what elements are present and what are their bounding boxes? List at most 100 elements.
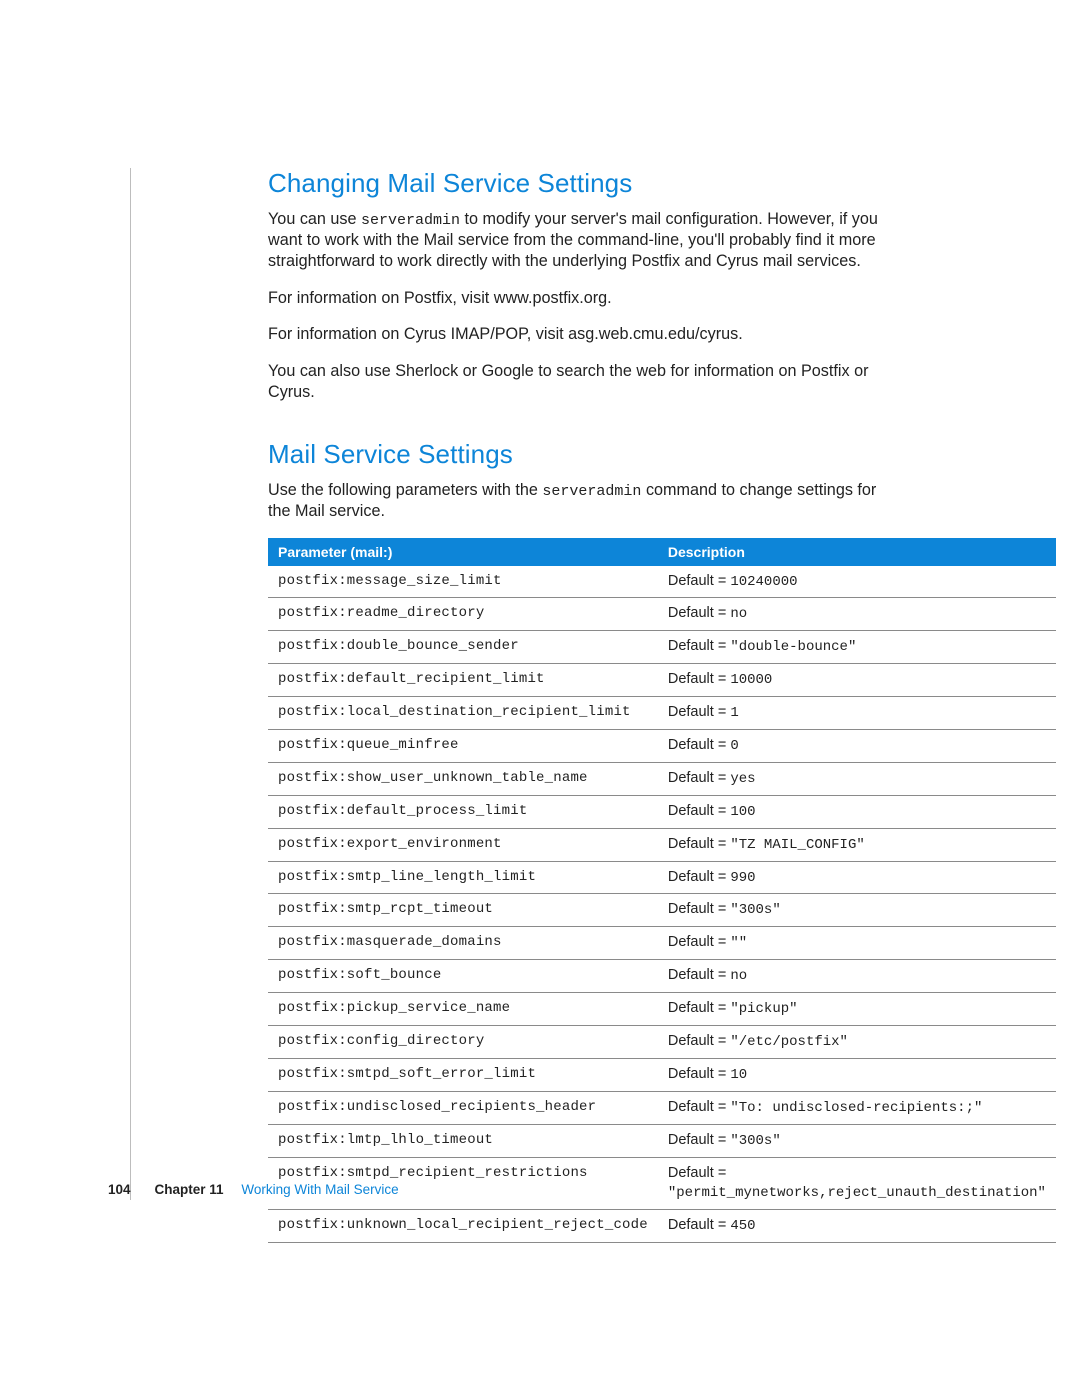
cell-parameter: postfix:smtpd_soft_error_limit — [268, 1058, 658, 1091]
default-label: Default = — [668, 1132, 730, 1148]
cell-parameter: postfix:default_recipient_limit — [268, 664, 658, 697]
cell-parameter: postfix:unknown_local_recipient_reject_c… — [268, 1210, 658, 1243]
default-value: "To: undisclosed-recipients:;" — [730, 1100, 982, 1116]
header-parameter: Parameter (mail:) — [268, 538, 658, 566]
cell-parameter: postfix:readme_directory — [268, 598, 658, 631]
default-value: 990 — [730, 870, 755, 886]
cell-description: Default = 100 — [658, 795, 1056, 828]
cell-parameter: postfix:soft_bounce — [268, 960, 658, 993]
default-value: 0 — [730, 738, 738, 754]
cell-description: Default = "To: undisclosed-recipients:;" — [658, 1091, 1056, 1124]
cell-description: Default = 1 — [658, 697, 1056, 730]
table-row: postfix:lmtp_lhlo_timeoutDefault = "300s… — [268, 1124, 1056, 1157]
cell-parameter: postfix:message_size_limit — [268, 566, 658, 598]
default-value: "300s" — [730, 902, 780, 918]
default-label: Default = — [668, 704, 730, 720]
text: Use the following parameters with the — [268, 481, 542, 499]
cell-description: Default = 10 — [658, 1058, 1056, 1091]
paragraph-intro: You can use serveradmin to modify your s… — [268, 209, 880, 272]
default-label: Default = — [668, 869, 730, 885]
cell-description: Default = "TZ MAIL_CONFIG" — [658, 828, 1056, 861]
default-label: Default = — [668, 1165, 726, 1181]
default-value: no — [730, 606, 747, 622]
cell-parameter: postfix:pickup_service_name — [268, 993, 658, 1026]
default-label: Default = — [668, 1066, 730, 1082]
table-row: postfix:config_directoryDefault = "/etc/… — [268, 1025, 1056, 1058]
table-row: postfix:local_destination_recipient_limi… — [268, 697, 1056, 730]
cell-description: Default = no — [658, 598, 1056, 631]
table-row: postfix:queue_minfreeDefault = 0 — [268, 729, 1056, 762]
default-label: Default = — [668, 1217, 730, 1233]
cell-parameter: postfix:show_user_unknown_table_name — [268, 762, 658, 795]
chapter-label: Chapter 11 — [155, 1182, 224, 1197]
cell-parameter: postfix:masquerade_domains — [268, 927, 658, 960]
default-label: Default = — [668, 573, 730, 589]
default-label: Default = — [668, 1099, 730, 1115]
table-row: postfix:default_recipient_limitDefault =… — [268, 664, 1056, 697]
cell-description: Default = 10000 — [658, 664, 1056, 697]
page-content: Changing Mail Service Settings You can u… — [268, 168, 880, 1243]
cell-description: Default = no — [658, 960, 1056, 993]
cell-description: Default = 990 — [658, 861, 1056, 894]
paragraph-sherlock: You can also use Sherlock or Google to s… — [268, 361, 880, 402]
default-value: no — [730, 968, 747, 984]
default-value: 1 — [730, 705, 738, 721]
vertical-rule — [130, 168, 131, 1200]
default-label: Default = — [668, 770, 730, 786]
cell-parameter: postfix:lmtp_lhlo_timeout — [268, 1124, 658, 1157]
cell-description: Default = "permit_mynetworks,reject_unau… — [658, 1157, 1056, 1209]
table-row: postfix:export_environmentDefault = "TZ … — [268, 828, 1056, 861]
cell-description: Default = "/etc/postfix" — [658, 1025, 1056, 1058]
table-row: postfix:smtp_line_length_limitDefault = … — [268, 861, 1056, 894]
table-row: postfix:pickup_service_nameDefault = "pi… — [268, 993, 1056, 1026]
cell-description: Default = yes — [658, 762, 1056, 795]
code-serveradmin: serveradmin — [361, 212, 460, 229]
default-label: Default = — [668, 605, 730, 621]
default-label: Default = — [668, 1000, 730, 1016]
settings-table: Parameter (mail:) Description postfix:me… — [268, 538, 1056, 1243]
cell-description: Default = "300s" — [658, 1124, 1056, 1157]
cell-description: Default = "300s" — [658, 894, 1056, 927]
table-row: postfix:show_user_unknown_table_nameDefa… — [268, 762, 1056, 795]
cell-description: Default = "" — [658, 927, 1056, 960]
table-row: postfix:double_bounce_sender Default = "d… — [268, 631, 1056, 664]
table-row: postfix:default_process_limitDefault = 1… — [268, 795, 1056, 828]
cell-parameter: postfix:local_destination_recipient_limi… — [268, 697, 658, 730]
heading-mail-service-settings: Mail Service Settings — [268, 439, 880, 470]
default-value: 10000 — [730, 672, 772, 688]
cell-parameter: postfix:smtp_line_length_limit — [268, 861, 658, 894]
cell-parameter: postfix:default_process_limit — [268, 795, 658, 828]
default-value: 450 — [730, 1218, 755, 1234]
table-row: postfix:soft_bounceDefault = no — [268, 960, 1056, 993]
default-value: "pickup" — [730, 1001, 797, 1017]
table-row: postfix:smtp_rcpt_timeoutDefault = "300s… — [268, 894, 1056, 927]
default-label: Default = — [668, 671, 730, 687]
cell-parameter: postfix:config_directory — [268, 1025, 658, 1058]
default-label: Default = — [668, 638, 730, 654]
default-value: "permit_mynetworks,reject_unauth_destina… — [668, 1185, 1046, 1201]
default-label: Default = — [668, 967, 730, 983]
table-row: postfix:readme_directoryDefault = no — [268, 598, 1056, 631]
page-footer: 104 Chapter 11 Working With Mail Service — [108, 1182, 399, 1197]
page-number: 104 — [108, 1182, 131, 1197]
table-row: postfix:smtpd_soft_error_limitDefault = … — [268, 1058, 1056, 1091]
default-value: 10 — [730, 1067, 747, 1083]
cell-parameter: postfix:queue_minfree — [268, 729, 658, 762]
default-value: "TZ MAIL_CONFIG" — [730, 837, 864, 853]
default-label: Default = — [668, 934, 730, 950]
default-label: Default = — [668, 1033, 730, 1049]
table-header-row: Parameter (mail:) Description — [268, 538, 1056, 566]
cell-parameter: postfix:smtp_rcpt_timeout — [268, 894, 658, 927]
cell-parameter: postfix:double_bounce_sender — [268, 631, 658, 664]
table-row: postfix:masquerade_domainsDefault = "" — [268, 927, 1056, 960]
chapter-title: Working With Mail Service — [241, 1182, 398, 1197]
table-row: postfix:unknown_local_recipient_reject_c… — [268, 1210, 1056, 1243]
default-value: "300s" — [730, 1133, 780, 1149]
paragraph-use-parameters: Use the following parameters with the se… — [268, 480, 880, 522]
default-value: "double-bounce" — [730, 639, 856, 655]
cell-description: Default = "pickup" — [658, 993, 1056, 1026]
paragraph-cyrus-link: For information on Cyrus IMAP/POP, visit… — [268, 324, 880, 345]
cell-description: Default = 450 — [658, 1210, 1056, 1243]
cell-description: Default = 10240000 — [658, 566, 1056, 598]
default-value: "/etc/postfix" — [730, 1034, 848, 1050]
